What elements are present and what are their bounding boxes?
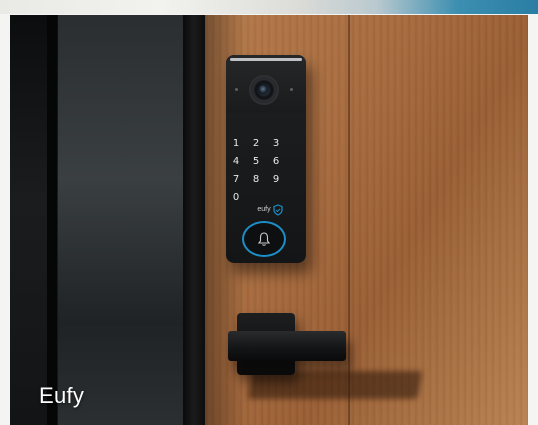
bell-icon [257,232,271,246]
key-9: 9 [272,174,280,185]
door-frame [183,15,205,425]
glass-frame-edge [47,15,57,425]
shield-icon [273,204,283,216]
key-4: 4 [232,156,240,167]
key-2: 2 [252,138,260,149]
top-image-strip [0,0,538,14]
product-photo: 1 2 3 4 5 6 7 8 9 0 eufy Eufy [10,15,528,425]
key-3: 3 [272,138,280,149]
camera-lens [258,84,268,94]
light-bar [230,58,302,61]
photo-caption: Eufy [39,383,85,408]
key-0: 0 [232,192,240,203]
sensor-dot [290,88,293,91]
door-panel-seam [348,15,350,425]
key-5: 5 [252,156,260,167]
key-8: 8 [252,174,260,185]
device-brand-label: eufy [257,206,271,213]
key-6: 6 [272,156,280,167]
sensor-dot [235,88,238,91]
glass-reflection [58,15,183,425]
handle-shadow [247,371,423,399]
key-7: 7 [232,174,240,185]
door-handle-lever [228,331,346,361]
key-1: 1 [232,138,240,149]
